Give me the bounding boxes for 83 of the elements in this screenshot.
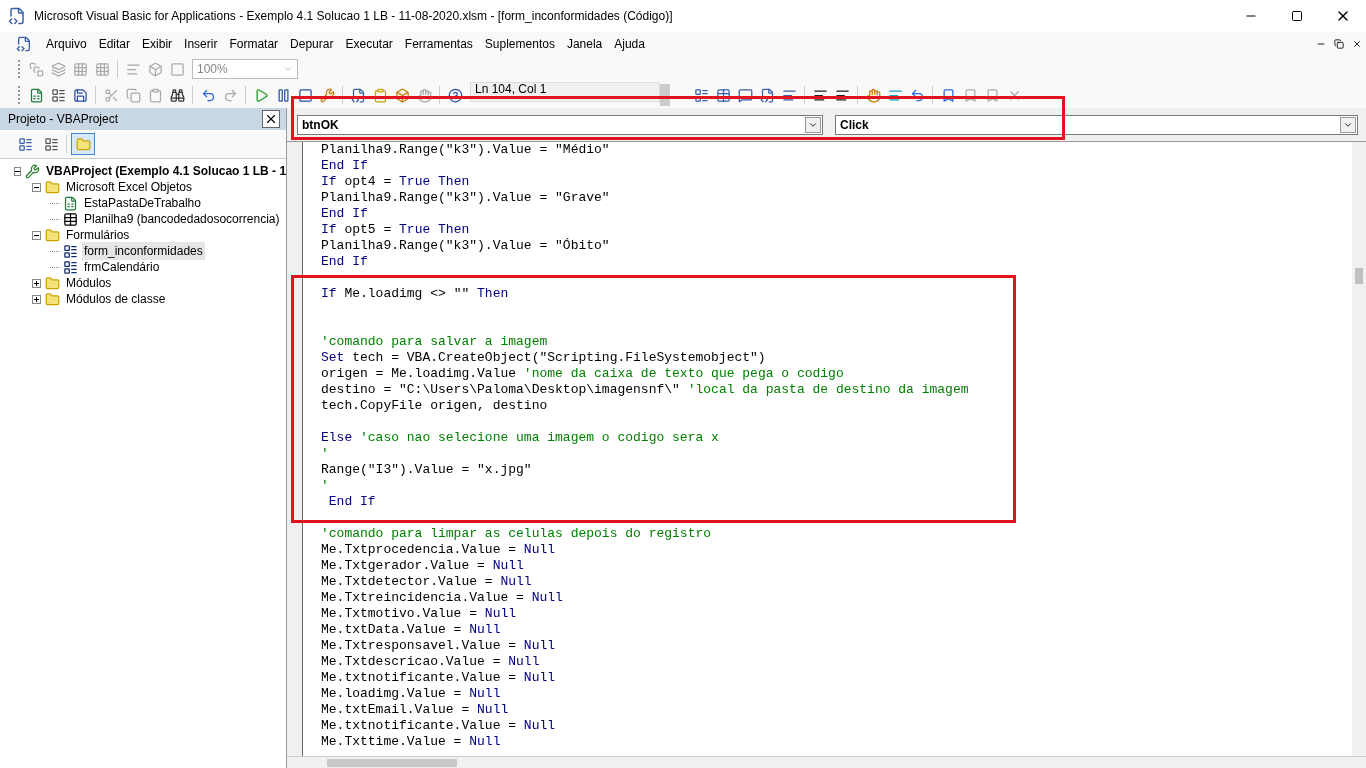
- code-line: Me.txtnotificante.Value = Null: [321, 718, 556, 734]
- tree-item[interactable]: EstaPastaDeTrabalho: [82, 194, 203, 212]
- tree-item[interactable]: VBAProject (Exemplo 4.1 Solucao 1 LB - 1: [44, 162, 289, 180]
- tree-item[interactable]: Planilha9 (bancodedadosocorrencia): [82, 210, 282, 228]
- code-line: Set tech = VBA.CreateObject("Scripting.FileSystemobject"): [321, 350, 766, 366]
- menu-item[interactable]: Exibir: [136, 35, 179, 53]
- folder-icon: [45, 291, 60, 307]
- close-icon: [264, 112, 278, 126]
- tree-item[interactable]: Módulos de classe: [64, 290, 168, 308]
- code-line: Me.Txtresponsavel.Value = Null: [321, 638, 556, 654]
- code-line: End If: [321, 254, 368, 270]
- code-line: origen = Me.loadimg.Value 'nome da caixa de texto que pega o codigo: [321, 366, 844, 382]
- code-line: Me.txtEmail.Value = Null: [321, 702, 509, 718]
- expand-toggle[interactable]: [32, 294, 41, 304]
- code-line: Planilha9.Range("k3").Value = "Grave": [321, 190, 610, 206]
- app-icon: [8, 7, 26, 25]
- tree-item[interactable]: Formulários: [64, 226, 132, 244]
- code-line: Me.loadimg.Value = Null: [321, 686, 501, 702]
- folder-icon: [45, 227, 60, 243]
- panel-close-button[interactable]: [262, 110, 280, 128]
- zoom-combo[interactable]: 100%: [192, 59, 298, 79]
- code-line: 'comando para salvar a imagem: [321, 334, 548, 350]
- menu-item[interactable]: Suplementos: [478, 35, 561, 53]
- code-line: End If: [327, 494, 376, 510]
- sheet-icon: [63, 211, 78, 227]
- mdi-close-icon[interactable]: [1352, 39, 1362, 49]
- menu-item[interactable]: Formatar: [223, 35, 285, 53]
- code-line: ': [321, 478, 329, 494]
- toggle-folders-button[interactable]: [71, 133, 95, 155]
- tree-item[interactable]: form_inconformidades: [82, 242, 205, 260]
- horizontal-scrollbar[interactable]: [287, 756, 1366, 768]
- expand-toggle[interactable]: [32, 278, 41, 288]
- folder-icon: [75, 136, 91, 152]
- code-line: End If: [321, 206, 368, 222]
- code-line: tech.CopyFile origen, destino: [321, 398, 548, 414]
- code-line: Else 'caso nao selecione uma imagem o codigo sera x: [321, 430, 719, 446]
- code-line: Me.Txtgerador.Value = Null: [321, 558, 524, 574]
- expand-toggle[interactable]: [32, 230, 41, 240]
- toolbar-handle[interactable]: [660, 84, 670, 106]
- code-line: 'comando para limpar as celulas depois do registro: [321, 526, 712, 542]
- code-line: Range("I3").Value = "x.jpg": [321, 462, 532, 478]
- menu-item[interactable]: Arquivo: [40, 35, 93, 53]
- menu-item[interactable]: Ferramentas: [398, 35, 479, 53]
- tree-item[interactable]: Módulos: [64, 274, 114, 292]
- code-line: If opt5 = True Then: [321, 222, 470, 238]
- object-dropdown[interactable]: btnOK: [297, 114, 823, 135]
- menu-item[interactable]: Editar: [92, 35, 137, 53]
- maximize-icon: [1291, 10, 1303, 22]
- menu-item[interactable]: Janela: [560, 35, 609, 53]
- code-line: If opt4 = True Then: [321, 174, 470, 190]
- mdi-restore-icon[interactable]: [1334, 39, 1344, 49]
- vertical-scrollbar[interactable]: [1352, 142, 1366, 756]
- vba-icon: [16, 36, 32, 52]
- folder-icon: [45, 275, 60, 291]
- form-icon: [63, 243, 78, 259]
- menu-item[interactable]: Executar: [339, 35, 399, 53]
- code-line: Me.Txtmotivo.Value = Null: [321, 606, 517, 622]
- window-title: Microsoft Visual Basic for Applications - Exemplo 4.1 Solucao 1 LB - 11-08-2020.xlsm - [form_inconformidades (Código)]: [34, 8, 673, 25]
- procedure-dropdown[interactable]: Click: [835, 114, 1358, 135]
- code-line: Planilha9.Range("k3").Value = "Óbito": [321, 238, 610, 254]
- code-line: Planilha9.Range("k3").Value = "Médio": [321, 142, 610, 158]
- code-line: Me.Txtdetector.Value = Null: [321, 574, 532, 590]
- code-line: ': [321, 446, 329, 462]
- menu-item[interactable]: Depurar: [284, 35, 340, 53]
- code-line: Me.Txtdescricao.Value = Null: [321, 654, 540, 670]
- code-line: Me.Txtprocedencia.Value = Null: [321, 542, 556, 558]
- menu-item[interactable]: Inserir: [178, 35, 224, 53]
- code-line: End If: [321, 158, 368, 174]
- expand-toggle[interactable]: [14, 166, 21, 176]
- code-line: Me.Txtreincidencia.Value = Null: [321, 590, 563, 606]
- code-line: If Me.loadimg <> "" Then: [321, 286, 509, 302]
- menu-item[interactable]: Ajuda: [608, 35, 651, 53]
- code-line: destino = "C:\Users\Paloma\Desktop\imagensnf\" 'local da pasta de destino da imagem: [321, 382, 969, 398]
- folder-icon: [45, 179, 60, 195]
- workbook-icon: [63, 195, 78, 211]
- panel-title: Projeto - VBAProject: [8, 111, 119, 128]
- code-line: Me.txtnotificante.Value = Null: [321, 670, 556, 686]
- code-line: Me.Txttime.Value = Null: [321, 734, 501, 750]
- form-icon: [63, 259, 78, 275]
- expand-toggle[interactable]: [32, 182, 41, 192]
- tree-item[interactable]: Microsoft Excel Objetos: [64, 178, 195, 196]
- tree-item[interactable]: frmCalendário: [82, 258, 162, 276]
- code-line: Me.txtData.Value = Null: [321, 622, 501, 638]
